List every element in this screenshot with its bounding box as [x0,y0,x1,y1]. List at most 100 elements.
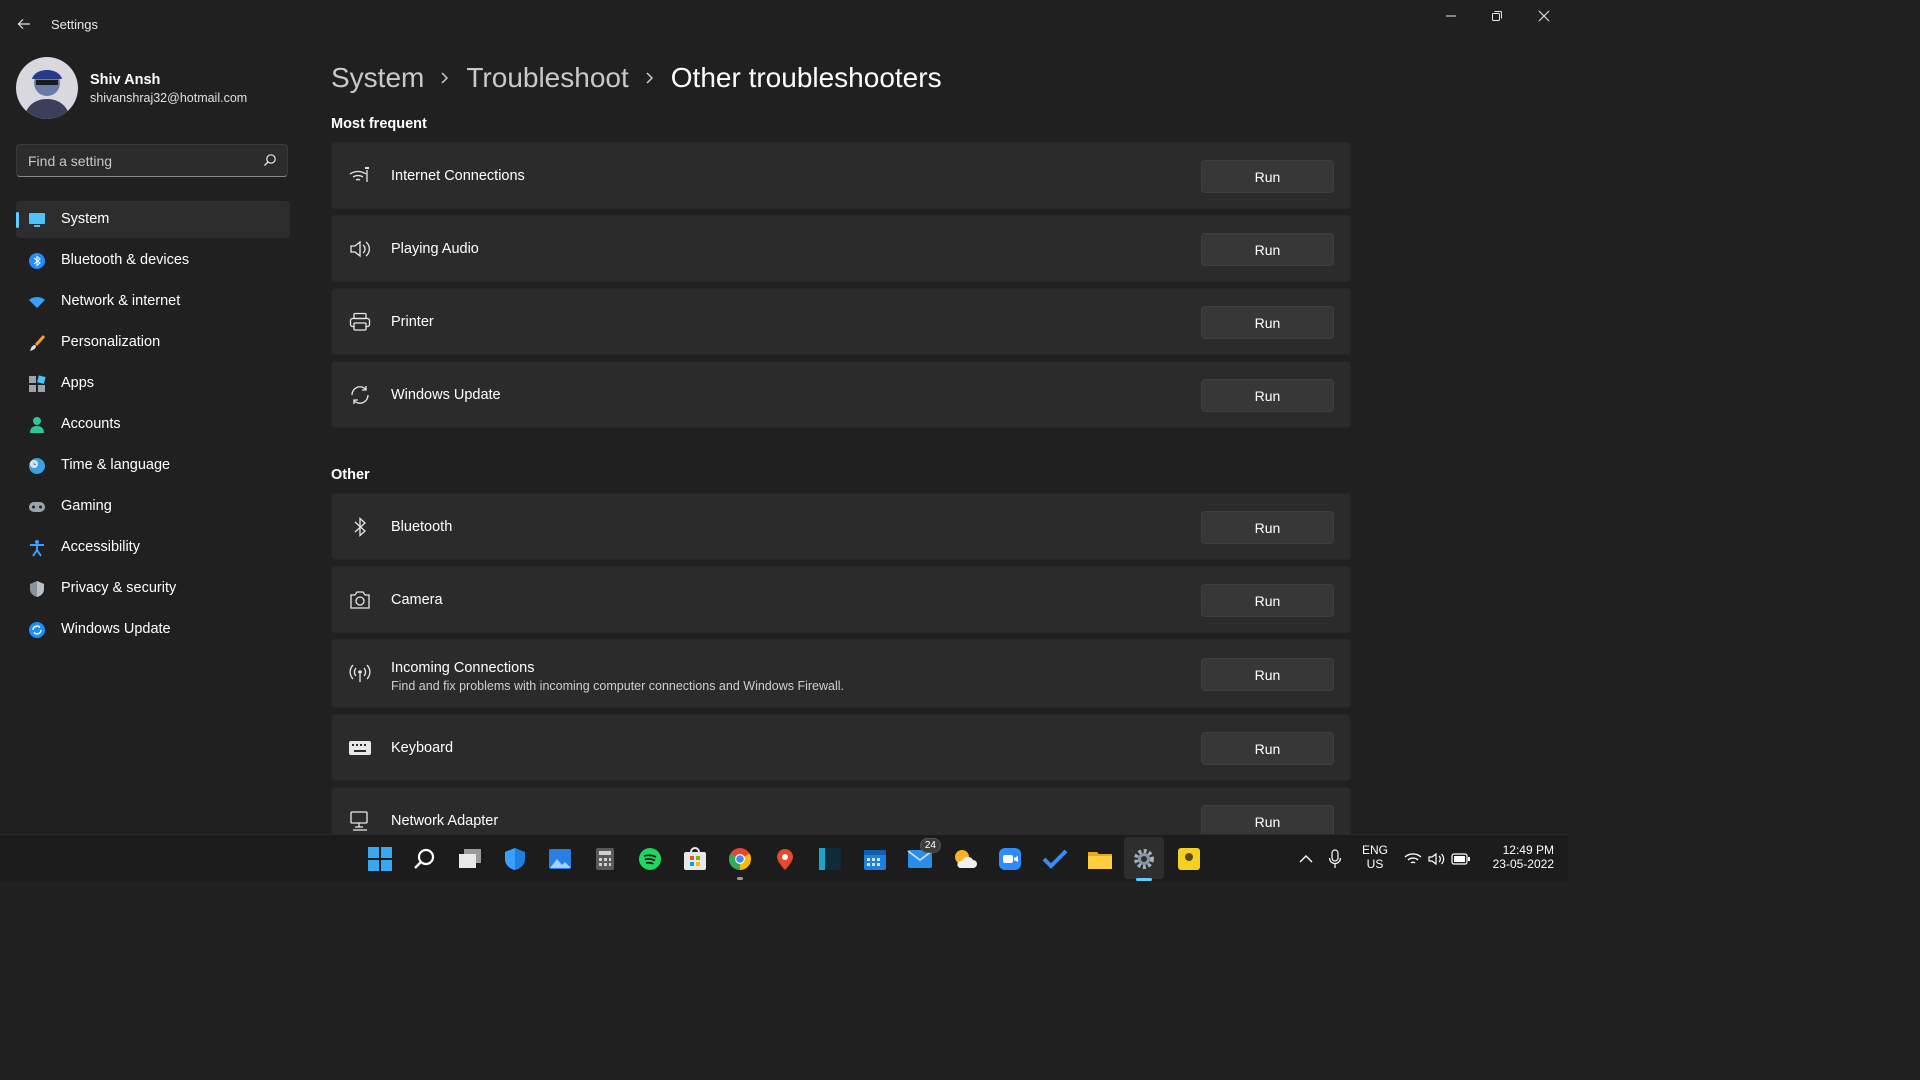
run-button[interactable]: Run [1201,584,1334,617]
minimize-icon [1446,15,1456,17]
breadcrumb-system[interactable]: System [331,62,424,94]
sidebar-item-label: Time & language [61,457,171,473]
restore-button[interactable] [1474,0,1520,32]
running-indicator [737,877,743,880]
taskbar-calendar[interactable] [860,844,890,874]
row-title: Keyboard [391,740,454,756]
taskbar-store[interactable] [680,844,710,874]
sidebar-item-bluetooth-devices[interactable]: Bluetooth & devices [16,242,290,279]
store-icon [684,847,706,870]
breadcrumb: System Troubleshoot Other troubleshooter… [331,58,942,98]
minimize-button[interactable] [1428,0,1474,32]
show-hidden-icons-button[interactable] [1291,844,1321,874]
run-button[interactable]: Run [1201,732,1334,765]
breadcrumb-troubleshoot[interactable]: Troubleshoot [466,62,628,94]
taskbar-zoom[interactable] [995,844,1025,874]
sidebar-item-apps[interactable]: Apps [16,365,290,402]
sidebar-item-windows-update[interactable]: Windows Update [16,611,290,648]
shield-icon [28,580,46,598]
monitor-icon [28,211,46,229]
speaker-icon [348,237,372,261]
battery-button[interactable] [1446,844,1476,874]
taskbar-file-explorer[interactable] [1085,844,1115,874]
close-button[interactable] [1521,0,1567,32]
run-button[interactable]: Run [1201,306,1334,339]
taskbar-defender[interactable] [500,844,530,874]
section-title-other: Other [331,467,370,483]
user-name: Shiv Ansh [90,72,161,88]
microphone-button[interactable] [1320,844,1350,874]
photos-icon [549,849,571,869]
sidebar-item-label: Privacy & security [61,580,177,596]
troubleshooter-internet-connections: Internet Connections Run [331,142,1351,209]
row-title: Bluetooth [391,519,453,535]
wifi-signal-icon [348,164,372,188]
zoom-icon [999,848,1021,870]
sidebar-item-label: System [61,211,110,227]
troubleshooter-keyboard: Keyboard Run [331,714,1351,781]
clock[interactable]: 12:49 PM 23-05-2022 [1480,843,1554,871]
taskbar-mail[interactable]: 24 [905,838,941,874]
calendar-icon [864,850,886,870]
sidebar-item-label: Accessibility [61,539,140,555]
avatar[interactable] [16,57,78,119]
taskbar-photos[interactable] [545,844,575,874]
taskbar-player[interactable] [1174,844,1204,874]
search-icon[interactable] [263,153,277,167]
task-view-button[interactable] [455,844,485,874]
wifi-icon [28,293,46,311]
taskbar-settings[interactable] [1129,844,1159,881]
run-button[interactable]: Run [1201,379,1334,412]
run-button[interactable]: Run [1201,658,1334,691]
search-input[interactable]: Find a setting [16,144,288,177]
taskbar-search[interactable] [410,844,440,874]
map-pin-icon [777,849,793,870]
run-button[interactable]: Run [1201,233,1334,266]
sidebar-item-accounts[interactable]: Accounts [16,406,290,443]
taskbar-chrome[interactable] [725,844,755,880]
sidebar-item-label: Bluetooth & devices [61,252,190,268]
keyboard-icon [348,736,372,760]
troubleshooter-bluetooth: Bluetooth Run [331,493,1351,560]
taskbar-todo[interactable] [1040,844,1070,874]
run-button[interactable]: Run [1201,160,1334,193]
calculator-icon [596,848,614,870]
sync-icon [348,383,372,407]
sidebar-item-time-language[interactable]: Time & language [16,447,290,484]
sidebar-item-gaming[interactable]: Gaming [16,488,290,525]
troubleshooter-incoming-connections: Incoming Connections Find and fix proble… [331,639,1351,708]
taskbar-maps[interactable] [770,844,800,874]
task-view-icon [459,849,481,868]
sidebar-nav: System Bluetooth & devices Network & int… [16,201,290,652]
language-indicator[interactable]: ENG US [1355,843,1395,871]
taskbar-spotify[interactable] [635,844,665,874]
taskbar-weather[interactable] [950,844,980,874]
checkmark-icon [1042,849,1068,869]
gamepad-icon [28,498,46,516]
row-description: Find and fix problems with incoming comp… [391,679,844,693]
sidebar-item-network-internet[interactable]: Network & internet [16,283,290,320]
sidebar-item-privacy-security[interactable]: Privacy & security [16,570,290,607]
gear-icon [1134,849,1154,869]
restore-icon [1492,11,1502,21]
row-title: Printer [391,314,434,330]
sidebar-item-system[interactable]: System [16,201,290,238]
start-button[interactable] [365,844,395,874]
back-arrow-icon [17,19,30,29]
most-frequent-list: Internet Connections Run Playing Audio R… [331,142,1351,434]
chrome-icon [729,848,751,870]
app-icon [819,848,841,870]
sidebar-item-label: Windows Update [61,621,171,637]
row-title: Network Adapter [391,813,499,829]
taskbar-calculator[interactable] [590,844,620,874]
sidebar-item-personalization[interactable]: Personalization [16,324,290,361]
sidebar-item-accessibility[interactable]: Accessibility [16,529,290,566]
user-profile[interactable]: Shiv Ansh shivanshraj32@hotmail.com [16,57,296,121]
app-title: Settings [51,17,98,32]
run-button[interactable]: Run [1201,511,1334,544]
taskbar-app-dark[interactable] [815,844,845,874]
person-icon [28,416,46,434]
globe-clock-icon [28,457,46,475]
back-button[interactable] [10,10,38,38]
clock-time: 12:49 PM [1502,843,1554,857]
